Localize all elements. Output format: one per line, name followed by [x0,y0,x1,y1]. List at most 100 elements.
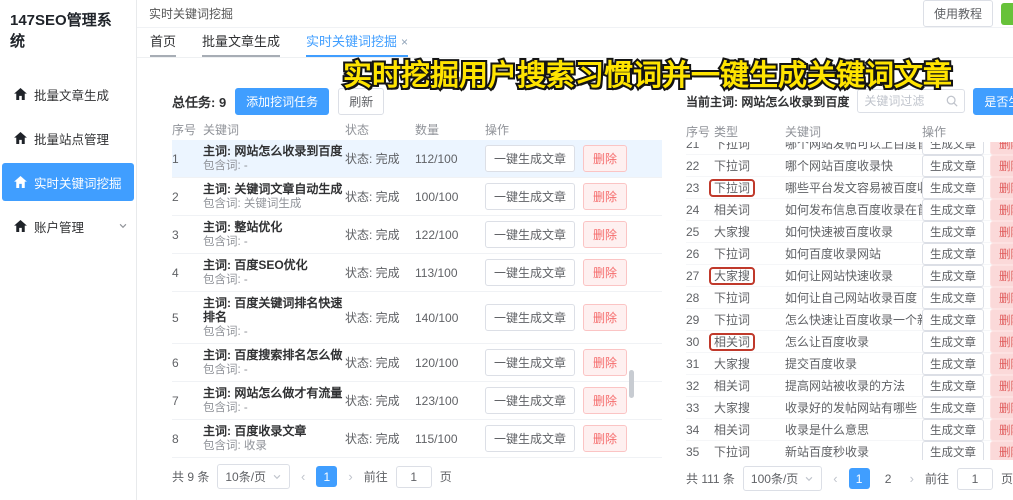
generate-article-button[interactable]: 一键生成文章 [485,221,575,248]
main-word: 主词: 整站优化 [203,220,345,234]
delete-button[interactable]: 删除 [990,353,1013,375]
table-row[interactable]: 2主词: 关键词文章自动生成包含词: 关键词生成状态: 完成100/100一键生… [172,178,662,216]
page-number[interactable]: 1 [316,466,337,487]
row-actions: 一键生成文章删除 [485,304,662,331]
generate-article-button[interactable]: 生成文章 [922,331,984,353]
keyword-type-label: 大家搜 [714,357,750,371]
table-row[interactable]: 7主词: 网站怎么做才有流量包含词: -状态: 完成123/100一键生成文章删… [172,382,662,420]
keyword-label: 哪些平台发文容易被百度收录 [785,179,922,196]
type-cell: 下拉词 [714,443,785,460]
generate-article-button[interactable]: 一键生成文章 [485,145,575,172]
table-row[interactable]: 4主词: 百度SEO优化包含词: -状态: 完成113/100一键生成文章删除 [172,254,662,292]
main-word: 主词: 百度SEO优化 [203,258,345,272]
sidebar-item[interactable]: 实时关键词挖掘 [2,163,134,201]
delete-button[interactable]: 删除 [990,221,1013,243]
tab-item[interactable]: 实时关键词挖掘× [306,31,408,57]
tabbar: 首页批量文章生成实时关键词挖掘× [137,28,1013,58]
generate-article-button[interactable]: 生成文章 [922,287,984,309]
delete-button[interactable]: 删除 [990,331,1013,353]
help-button[interactable]: 使用教程 [923,0,993,27]
row-actions: 一键生成文章删除 [485,145,662,172]
delete-button[interactable]: 删除 [990,177,1013,199]
prev-page-arrow[interactable]: ‹ [830,471,840,486]
generate-all-button[interactable]: 是否生成文章 [973,88,1013,115]
tab-close-icon[interactable]: × [401,35,408,49]
next-page-arrow[interactable]: › [345,469,355,484]
generate-article-button[interactable]: 生成文章 [922,155,984,177]
delete-button[interactable]: 删除 [583,349,627,376]
delete-button[interactable]: 删除 [583,259,627,286]
contain-word: 包含词: 关键词生成 [203,198,345,211]
page-number[interactable]: 1 [849,468,870,489]
page-number[interactable]: 2 [878,468,899,489]
delete-button[interactable]: 删除 [990,309,1013,331]
sidebar-item[interactable]: 账户管理 [2,207,134,245]
contain-word: 包含词: - [203,236,345,249]
keyword-type-label: 下拉词 [714,159,750,173]
delete-button[interactable]: 删除 [583,221,627,248]
per-page-select[interactable]: 10条/页 [217,464,290,489]
tab-item[interactable]: 首页 [150,31,176,57]
keyword-panel-header: 当前主词: 网站怎么收录到百度 是否生成文章 [686,88,1013,114]
keyword-type-label: 下拉词 [714,313,750,327]
delete-button[interactable]: 删除 [990,155,1013,177]
generate-article-button[interactable]: 生成文章 [922,221,984,243]
keyword-cell: 主词: 关键词文章自动生成包含词: 关键词生成 [203,182,345,211]
goto-page-input[interactable] [396,466,432,488]
generate-article-button[interactable]: 一键生成文章 [485,304,575,331]
count-label: 123/100 [415,394,485,408]
generate-article-button[interactable]: 一键生成文章 [485,425,575,452]
generate-article-button[interactable]: 生成文章 [922,243,984,265]
refresh-button[interactable]: 刷新 [338,88,384,115]
keyword-type-label: 下拉词 [714,445,750,459]
table-row: 31大家搜提交百度收录生成文章删除 [686,353,1013,375]
generate-article-button[interactable]: 生成文章 [922,309,984,331]
generate-article-button[interactable]: 生成文章 [922,375,984,397]
keyword-filter-input[interactable] [864,94,946,108]
generate-article-button[interactable]: 生成文章 [922,177,984,199]
generate-article-button[interactable]: 生成文章 [922,441,984,461]
row-actions: 生成文章删除 [922,199,1013,221]
generate-article-button[interactable]: 一键生成文章 [485,387,575,414]
prev-page-arrow[interactable]: ‹ [298,469,308,484]
sidebar-item[interactable]: 批量站点管理 [2,119,134,157]
next-page-arrow[interactable]: › [907,471,917,486]
delete-button[interactable]: 删除 [990,441,1013,461]
generate-article-button[interactable]: 生成文章 [922,142,984,155]
delete-button[interactable]: 删除 [990,419,1013,441]
table-row[interactable]: 1主词: 网站怎么收录到百度包含词: -状态: 完成112/100一键生成文章删… [172,140,662,178]
delete-button[interactable]: 删除 [990,199,1013,221]
tab-item[interactable]: 批量文章生成 [202,31,280,57]
sidebar-item[interactable]: 批量文章生成 [2,75,134,113]
scrollbar-thumb[interactable] [629,370,634,398]
delete-button[interactable]: 删除 [990,142,1013,155]
status-label: 状态: 完成 [345,188,415,205]
add-task-button[interactable]: 添加挖词任务 [235,88,329,115]
generate-article-button[interactable]: 生成文章 [922,397,984,419]
table-row[interactable]: 5主词: 百度关键词排名快速排名包含词: -状态: 完成140/100一键生成文… [172,292,662,344]
goto-page-input[interactable] [957,468,993,490]
per-page-select[interactable]: 100条/页 [743,466,822,491]
delete-button[interactable]: 删除 [990,397,1013,419]
table-row[interactable]: 6主词: 百度搜索排名怎么做包含词: -状态: 完成120/100一键生成文章删… [172,344,662,382]
generate-article-button[interactable]: 一键生成文章 [485,259,575,286]
delete-button[interactable]: 删除 [583,387,627,414]
delete-button[interactable]: 删除 [583,183,627,210]
generate-article-button[interactable]: 生成文章 [922,353,984,375]
delete-button[interactable]: 删除 [583,304,627,331]
delete-button[interactable]: 删除 [583,425,627,452]
generate-article-button[interactable]: 一键生成文章 [485,183,575,210]
delete-button[interactable]: 删除 [990,243,1013,265]
generate-article-button[interactable]: 生成文章 [922,265,984,287]
delete-button[interactable]: 删除 [583,145,627,172]
generate-article-button[interactable]: 一键生成文章 [485,349,575,376]
delete-button[interactable]: 删除 [990,265,1013,287]
table-row[interactable]: 8主词: 百度收录文章包含词: 收录状态: 完成115/100一键生成文章删除 [172,420,662,458]
generate-article-button[interactable]: 生成文章 [922,199,984,221]
table-row[interactable]: 3主词: 整站优化包含词: -状态: 完成122/100一键生成文章删除 [172,216,662,254]
status-label: 状态: 完成 [345,150,415,167]
generate-article-button[interactable]: 生成文章 [922,419,984,441]
delete-button[interactable]: 删除 [990,375,1013,397]
delete-button[interactable]: 删除 [990,287,1013,309]
green-button-partial[interactable] [1001,3,1013,25]
